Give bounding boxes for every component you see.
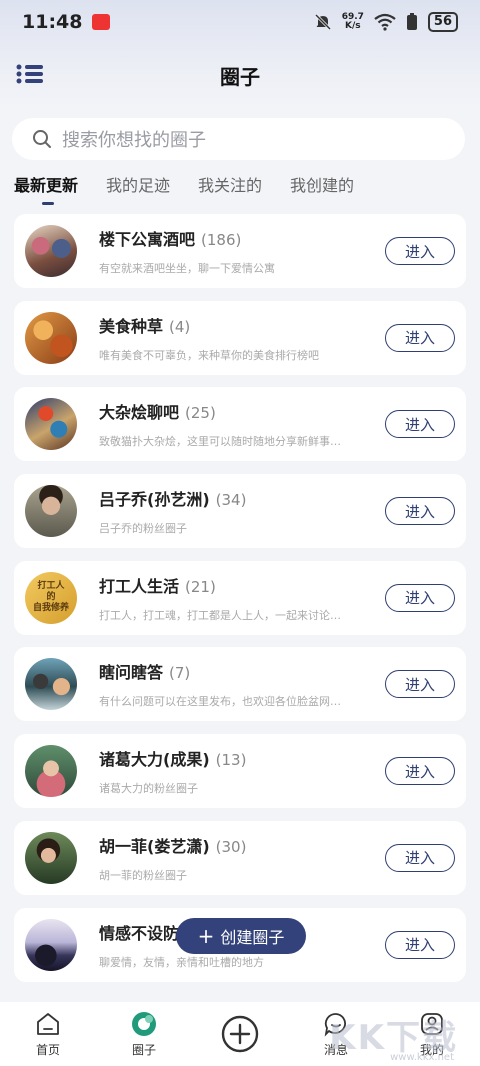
circle-description: 胡一菲的粉丝圈子 xyxy=(99,868,187,882)
member-count: (7) xyxy=(169,664,191,683)
menu-icon[interactable] xyxy=(16,64,44,84)
circle-icon xyxy=(132,1011,156,1036)
app-header: 圈子 xyxy=(0,50,480,100)
card-body: 瞎问瞎答 (7) 有什么问题可以在这里发布，也欢迎各位脸盆网… xyxy=(99,659,377,709)
tab-created[interactable]: 我创建的 xyxy=(290,172,354,208)
battery-saver-icon xyxy=(406,13,417,30)
enter-button[interactable]: 进入 xyxy=(385,670,455,699)
mute-icon xyxy=(314,13,331,31)
member-count: (25) xyxy=(185,404,216,423)
enter-button[interactable]: 进入 xyxy=(385,237,455,265)
avatar: 打工人的自我修养 xyxy=(25,571,77,624)
avatar xyxy=(25,745,77,798)
card-body: 楼下公寓酒吧 (186) 有空就来酒吧坐坐，聊一下爱情公寓 xyxy=(99,226,377,276)
avatar xyxy=(25,918,77,971)
tab-bar: 最新更新 我的足迹 我关注的 我创建的 xyxy=(14,172,354,208)
create-circle-button[interactable]: + 创建圈子 xyxy=(176,918,306,954)
member-count: (21) xyxy=(185,577,216,596)
search-icon xyxy=(33,130,51,148)
circle-description: 有什么问题可以在这里发布，也欢迎各位脸盆网… xyxy=(99,695,341,709)
circle-description: 诸葛大力的粉丝圈子 xyxy=(99,782,198,796)
circle-description: 唯有美食不可辜负，来种草你的美食排行榜吧 xyxy=(99,348,319,362)
nav-create[interactable] xyxy=(192,1002,288,1066)
nav-circle[interactable]: 圈子 xyxy=(96,1002,192,1066)
card-body: 胡一菲(娄艺潇) (30) 胡一菲的粉丝圈子 xyxy=(99,833,377,883)
nav-circle-label: 圈子 xyxy=(131,1042,156,1057)
circle-name: 诸葛大力(成果) xyxy=(99,750,210,770)
list-item[interactable]: 楼下公寓酒吧 (186) 有空就来酒吧坐坐，聊一下爱情公寓 进入 xyxy=(14,214,466,288)
nav-home-label: 首页 xyxy=(35,1042,60,1057)
card-body: 美食种草 (4) 唯有美食不可辜负，来种草你的美食排行榜吧 xyxy=(99,313,377,363)
list-item[interactable]: 瞎问瞎答 (7) 有什么问题可以在这里发布，也欢迎各位脸盆网… 进入 xyxy=(14,647,466,722)
enter-button[interactable]: 进入 xyxy=(385,757,455,786)
plus-circle-icon xyxy=(221,1015,259,1053)
member-count: (4) xyxy=(169,317,191,336)
circle-description: 打工人，打工魂，打工都是人上人，一起来讨论… xyxy=(99,608,341,622)
list-item[interactable]: 美食种草 (4) 唯有美食不可辜负，来种草你的美食排行榜吧 进入 xyxy=(14,300,466,375)
circle-name: 胡一菲(娄艺潇) xyxy=(99,836,210,856)
tab-following[interactable]: 我关注的 xyxy=(198,172,262,208)
avatar xyxy=(25,658,77,711)
status-bar: 11:48 69.7 K/s 56 xyxy=(0,0,480,44)
book-cover-art: 打工人的自我修养 xyxy=(32,581,69,614)
card-body: 大杂烩聊吧 (25) 致敬猫扑大杂烩，这里可以随时随地分享新鲜事… xyxy=(99,399,377,449)
home-icon xyxy=(37,1012,59,1035)
circle-name: 楼下公寓酒吧 xyxy=(99,230,196,249)
avatar xyxy=(25,485,77,538)
watermark-url: www.kkx.net xyxy=(390,1052,454,1063)
member-count: (30) xyxy=(215,837,247,856)
circle-description: 有空就来酒吧坐坐，聊一下爱情公寓 xyxy=(99,262,275,275)
circle-name: 瞎问瞎答 xyxy=(99,663,164,683)
tab-latest[interactable]: 最新更新 xyxy=(14,172,78,208)
list-item[interactable]: 吕子乔(孙艺洲) (34) 吕子乔的粉丝圈子 进入 xyxy=(14,474,466,549)
circle-name: 打工人生活 xyxy=(99,576,180,596)
search-placeholder: 搜索你想找的圈子 xyxy=(62,130,206,151)
card-body: 打工人生活 (21) 打工人，打工魂，打工都是人上人，一起来讨论… xyxy=(99,573,377,623)
app-notification-icon xyxy=(92,14,111,30)
circle-list: 楼下公寓酒吧 (186) 有空就来酒吧坐坐，聊一下爱情公寓 进入 美食种草 (4) … xyxy=(14,214,466,994)
circle-name: 情感不设防 xyxy=(99,923,180,943)
battery-level: 56 xyxy=(427,12,458,32)
status-indicators: 69.7 K/s 56 xyxy=(314,12,458,32)
avatar xyxy=(25,311,77,364)
circle-description: 吕子乔的粉丝圈子 xyxy=(99,522,187,536)
nav-home[interactable]: 首页 xyxy=(0,1002,96,1066)
circle-name: 美食种草 xyxy=(99,316,164,336)
circle-description: 致敬猫扑大杂烩，这里可以随时随地分享新鲜事… xyxy=(99,435,341,449)
list-item[interactable]: 大杂烩聊吧 (25) 致敬猫扑大杂烩，这里可以随时随地分享新鲜事… 进入 xyxy=(14,387,466,462)
list-item[interactable]: 诸葛大力(成果) (13) 诸葛大力的粉丝圈子 进入 xyxy=(14,734,466,809)
plus-icon: + xyxy=(197,924,215,948)
card-body: 吕子乔(孙艺洲) (34) 吕子乔的粉丝圈子 xyxy=(99,486,377,536)
enter-button[interactable]: 进入 xyxy=(385,410,455,439)
avatar xyxy=(25,831,77,884)
avatar xyxy=(25,225,77,277)
enter-button[interactable]: 进入 xyxy=(385,583,455,612)
search-input[interactable]: 搜索你想找的圈子 xyxy=(12,118,465,160)
member-count: (186) xyxy=(201,231,242,249)
create-circle-label: 创建圈子 xyxy=(220,928,285,947)
net-speed-unit: K/s xyxy=(344,21,361,31)
tab-footprints[interactable]: 我的足迹 xyxy=(106,172,170,208)
member-count: (13) xyxy=(215,751,247,770)
card-body: 诸葛大力(成果) (13) 诸葛大力的粉丝圈子 xyxy=(99,746,377,796)
network-speed: 69.7 K/s xyxy=(342,13,364,31)
page-title: 圈子 xyxy=(220,64,260,89)
wifi-icon xyxy=(374,13,396,31)
status-time: 11:48 xyxy=(22,11,83,33)
member-count: (34) xyxy=(215,491,247,510)
list-item[interactable]: 打工人的自我修养 打工人生活 (21) 打工人，打工魂，打工都是人上人，一起来讨论… xyxy=(14,560,466,635)
circle-description: 聊爱情，友情，亲情和吐槽的地方 xyxy=(99,955,264,969)
enter-button[interactable]: 进入 xyxy=(385,930,455,959)
enter-button[interactable]: 进入 xyxy=(385,323,455,352)
circle-name: 大杂烩聊吧 xyxy=(99,403,180,423)
avatar xyxy=(25,398,77,451)
circle-name: 吕子乔(孙艺洲) xyxy=(99,490,210,510)
enter-button[interactable]: 进入 xyxy=(385,497,455,526)
enter-button[interactable]: 进入 xyxy=(385,843,455,872)
list-item[interactable]: 胡一菲(娄艺潇) (30) 胡一菲的粉丝圈子 进入 xyxy=(14,820,466,895)
